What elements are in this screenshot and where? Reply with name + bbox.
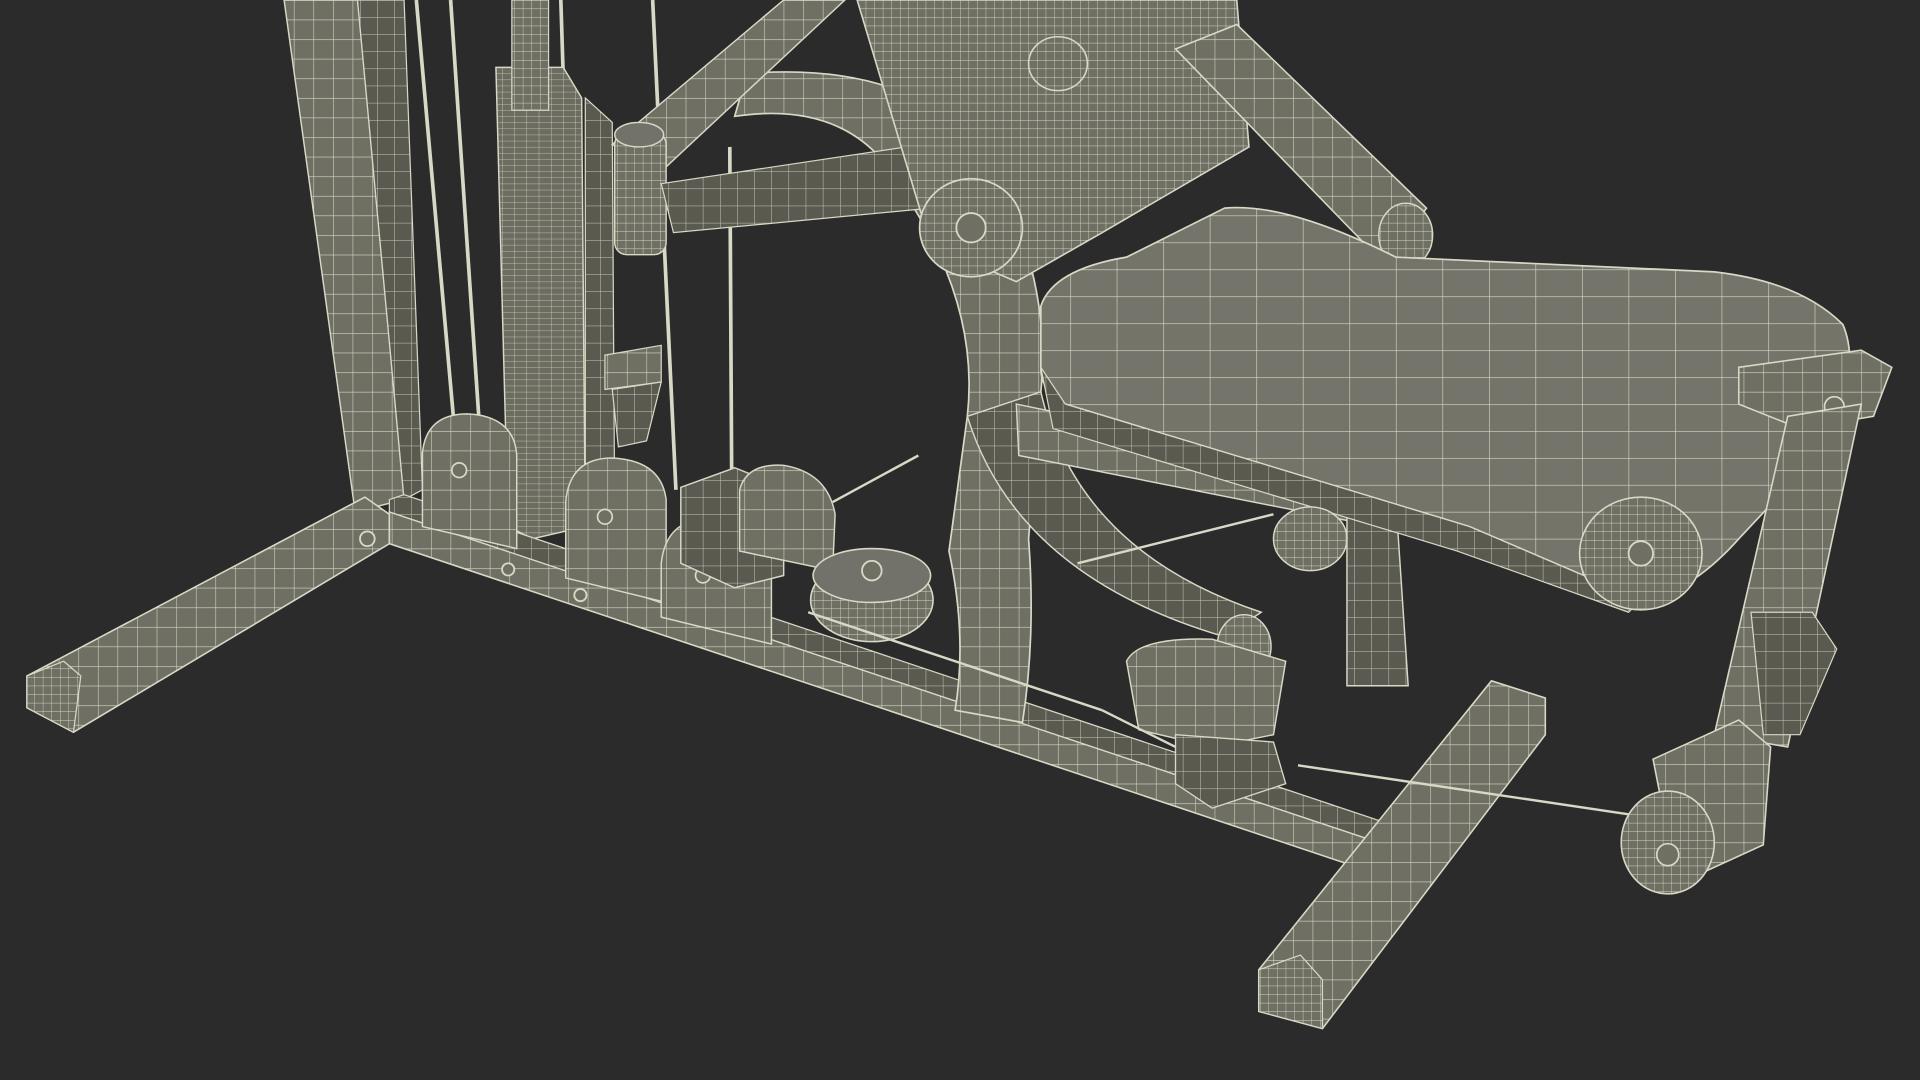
pulley-housing-4 — [680, 464, 836, 589]
seat-pad — [1039, 206, 1851, 613]
rear-upright-frame — [283, 0, 424, 513]
gym-wireframe-render — [26, 0, 1893, 1030]
lower-pulley-wheel — [809, 547, 934, 643]
pulley-housing-2 — [564, 457, 667, 604]
front-base-leg — [26, 496, 391, 734]
pulley-housing-1 — [421, 413, 518, 550]
rear-base-bar — [1257, 679, 1547, 1030]
leg-roller-pad — [1620, 719, 1772, 895]
